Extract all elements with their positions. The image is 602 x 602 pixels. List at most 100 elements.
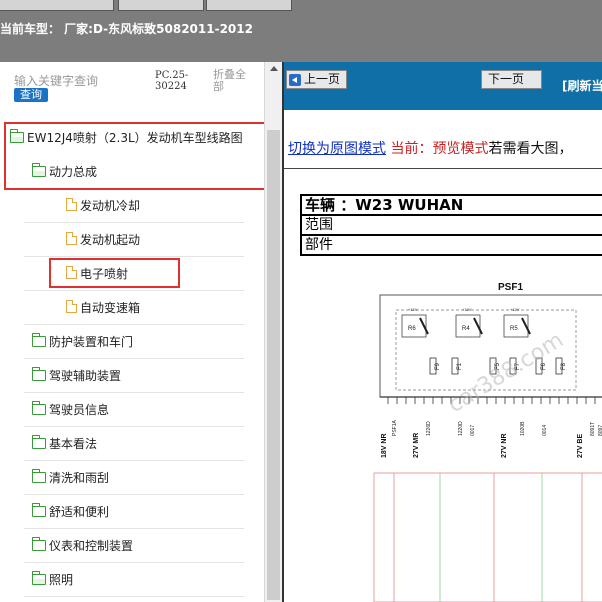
- wire-code-label: 0014: [542, 425, 548, 436]
- folder-icon: [31, 469, 46, 483]
- folder-icon: [31, 503, 46, 517]
- row-separator: [24, 256, 244, 257]
- app-window: 当前车型： 厂家:D-东风标致5082011-2012 输入关键字查询 查询 P…: [0, 0, 602, 602]
- tree-item[interactable]: 发动机起动: [66, 230, 140, 250]
- watermark-text: car388.com: [444, 328, 568, 418]
- top-bar: 当前车型： 厂家:D-东风标致5082011-2012: [0, 0, 602, 62]
- file-icon: [66, 299, 78, 313]
- relay-switch: [419, 317, 429, 335]
- wire-label: 27V BE: [577, 434, 584, 458]
- mode-line: 切换为原图模式 当前：预览模式若需看大图，: [288, 138, 572, 158]
- relay-label: R5: [510, 326, 518, 332]
- tree-item-label: 仪表和控制装置: [49, 539, 134, 553]
- wire-code-label: 8097: [598, 425, 602, 436]
- highlight-box: [49, 258, 180, 288]
- fuse-label: F9: [435, 362, 441, 370]
- row-separator: [24, 324, 244, 325]
- row-separator: [24, 460, 244, 461]
- tree-item-label: 发动机起动: [80, 233, 141, 247]
- arrow-left-icon: [289, 74, 301, 86]
- prev-page-button[interactable]: 上一页: [286, 70, 348, 89]
- folder-icon: [31, 333, 46, 347]
- diagram-title: PSF1: [498, 282, 523, 293]
- folder-icon: [31, 401, 46, 415]
- file-icon: [66, 197, 78, 211]
- folder-icon: [31, 367, 46, 381]
- tree-item-label: 清洗和雨刮: [49, 471, 110, 485]
- search-input[interactable]: 输入关键字查询: [14, 72, 98, 89]
- lower-wire-area: [373, 472, 602, 602]
- scroll-up-arrow-icon[interactable]: [270, 66, 278, 71]
- tree-item[interactable]: 清洗和雨刮: [31, 468, 110, 488]
- collapse-all-link[interactable]: 折叠全部: [213, 69, 253, 93]
- next-page-label: 下一页: [488, 72, 525, 86]
- tree-item-label: 基本看法: [49, 437, 98, 451]
- row-separator: [24, 222, 244, 223]
- wire-label: 18V NR: [381, 433, 388, 458]
- tree-item[interactable]: 舒适和便利: [31, 502, 110, 522]
- wire-code-label: 1220D: [458, 421, 464, 436]
- sidebar-scrollbar[interactable]: [264, 62, 282, 602]
- folder-open-icon: [31, 571, 46, 585]
- row-separator: [24, 596, 244, 597]
- tree-item[interactable]: 自动变速箱: [66, 298, 140, 318]
- fuse-label: F8: [561, 362, 567, 370]
- current-vehicle-label: 当前车型： 厂家:D-东风标致5082011-2012: [0, 22, 253, 36]
- top-tab-button[interactable]: [118, 0, 204, 11]
- switch-mode-link[interactable]: 切换为原图模式: [288, 141, 386, 157]
- hint-text: 若需看大图，: [488, 141, 573, 157]
- wire-group: 18V NR 27V MR 27V NR 27V BE PSF1A 1226D 1220D 0…: [381, 397, 602, 458]
- wire-code-label: 0017: [470, 425, 476, 436]
- wiring-diagram: PSF1 R6+12VR4+12VR5+12V F9 F1 F5 F7 F6 F8 18V…: [373, 282, 602, 602]
- viewer-panel: 上一页 下一页 [刷新当 切换为原图模式 当前：预览模式若需看大图， 车辆 ：W…: [282, 62, 602, 602]
- folder-icon: [31, 537, 46, 551]
- viewer-toolbar: 上一页 下一页 [刷新当: [284, 62, 602, 110]
- part-cell: 部件: [300, 234, 602, 256]
- highlight-box: [4, 122, 264, 190]
- tree-item[interactable]: 驾驶员信息: [31, 400, 110, 420]
- prev-page-label: 上一页: [304, 72, 341, 86]
- row-separator: [24, 528, 244, 529]
- tree-item[interactable]: 防护装置和车门: [31, 332, 134, 352]
- scroll-thumb[interactable]: [267, 130, 280, 600]
- wire-code-label: PSF1A: [392, 419, 398, 436]
- tree-item-label: 自动变速箱: [80, 301, 141, 315]
- row-separator: [24, 392, 244, 393]
- tree-item[interactable]: 驾驶辅助装置: [31, 366, 122, 386]
- relay-switch: [473, 317, 483, 335]
- row-separator: [24, 290, 244, 291]
- relay-voltage-label: +12V: [510, 307, 520, 312]
- top-tab-button[interactable]: [0, 0, 114, 11]
- next-page-button[interactable]: 下一页: [481, 70, 543, 89]
- row-separator: [24, 562, 244, 563]
- folder-icon: [31, 435, 46, 449]
- vehicle-cell: 车辆 ：W23 WUHAN: [300, 194, 602, 216]
- wire-code-label: 1226D: [426, 421, 432, 436]
- wire-label: 27V MR: [413, 433, 420, 458]
- top-tab-button[interactable]: [206, 0, 292, 11]
- row-separator: [24, 358, 244, 359]
- tree-item-label: 防护装置和车门: [49, 335, 134, 349]
- current-mode-label: 当前：预览模式: [390, 141, 489, 157]
- tree-item[interactable]: 发动机冷却: [66, 196, 140, 216]
- tree-item-label: 照明: [49, 573, 74, 587]
- tree-item-label: 驾驶员信息: [49, 403, 110, 417]
- tree-item[interactable]: 基本看法: [31, 434, 98, 454]
- row-separator: [24, 426, 244, 427]
- relay-switch: [521, 317, 531, 335]
- pc-code-label: PC.25-30224: [155, 70, 189, 92]
- row-separator: [24, 494, 244, 495]
- fuse-label: F1: [457, 362, 463, 370]
- relay-voltage-label: +12V: [408, 307, 418, 312]
- divider: [284, 168, 602, 169]
- wire-code-label: 8091T: [590, 422, 596, 436]
- tree-item[interactable]: 仪表和控制装置: [31, 536, 134, 556]
- tree-item-label: 发动机冷却: [80, 199, 141, 213]
- vehicle-info-table: 车辆 ：W23 WUHAN 范围 部件: [300, 194, 602, 256]
- tree-item-label: 舒适和便利: [49, 505, 110, 519]
- refresh-link[interactable]: [刷新当: [562, 77, 602, 94]
- relay-voltage-label: +12V: [462, 307, 472, 312]
- tree-item[interactable]: 照明: [31, 570, 74, 590]
- tree-item-label: 驾驶辅助装置: [49, 369, 122, 383]
- search-button[interactable]: 查询: [14, 88, 48, 102]
